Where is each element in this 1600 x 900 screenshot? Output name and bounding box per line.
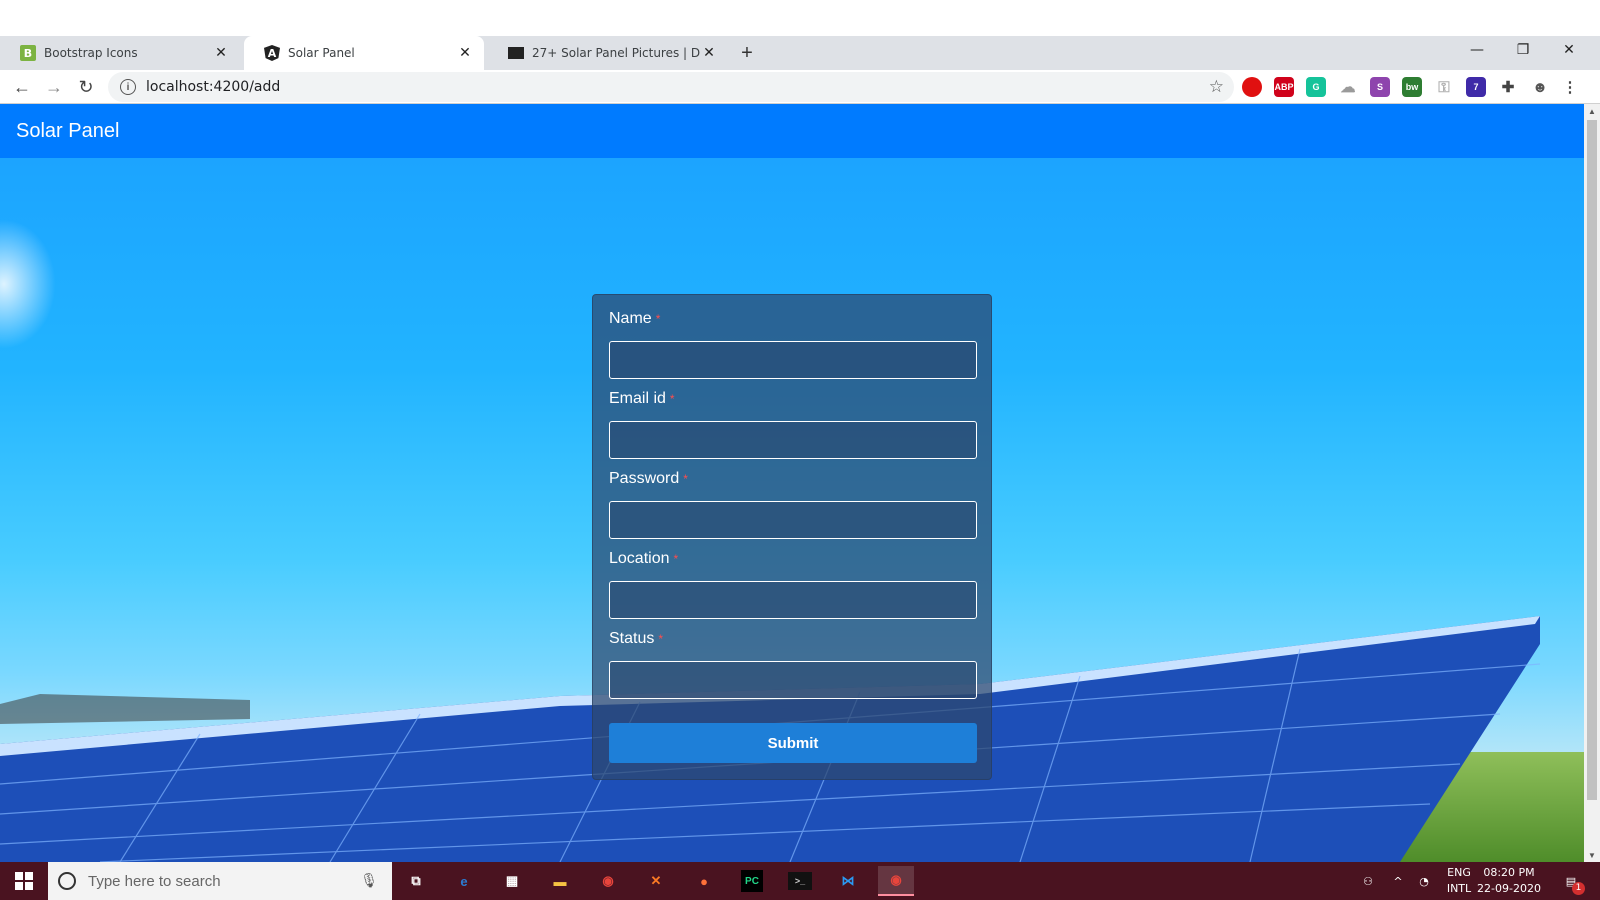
bootstrap-icon: B xyxy=(20,45,36,61)
close-icon[interactable]: ✕ xyxy=(456,44,474,62)
system-clock[interactable]: 08:20 PM 22-09-2020 xyxy=(1474,865,1544,897)
close-icon[interactable]: ✕ xyxy=(700,44,718,62)
file-explorer-icon[interactable]: ▬ xyxy=(542,866,578,896)
cap-extension-icon[interactable]: 7 xyxy=(1466,77,1486,97)
name-field-group: Name * xyxy=(609,309,977,379)
close-icon[interactable]: ✕ xyxy=(212,44,230,62)
tab-bootstrap-icons[interactable]: B Bootstrap Icons ✕ xyxy=(0,36,240,70)
cloud-extension-icon[interactable]: ☁ xyxy=(1338,77,1358,97)
password-label: Password * xyxy=(609,470,688,487)
bookmark-star-icon[interactable]: ☆ xyxy=(1209,77,1224,97)
unsplash-icon xyxy=(508,47,524,59)
back-arrow-icon[interactable]: ← xyxy=(8,73,36,101)
app-navbar: Solar Panel xyxy=(0,104,1584,158)
vscode-icon[interactable]: ⋈ xyxy=(830,866,866,896)
language-indicator[interactable]: ENG INTL xyxy=(1444,865,1474,897)
email-field-group: Email id * xyxy=(609,389,977,459)
restore-button[interactable]: ❐ xyxy=(1500,38,1546,62)
password-input[interactable] xyxy=(609,501,977,539)
browser-toolbar: ← → ↻ i localhost:4200/add ☆ xyxy=(0,70,1600,104)
grammarly-icon[interactable]: G xyxy=(1306,77,1326,97)
wifi-icon[interactable]: ◔ xyxy=(1412,862,1436,900)
puzzle-icon[interactable]: ✚ xyxy=(1498,77,1518,97)
bw-extension-icon[interactable]: bw xyxy=(1402,77,1422,97)
tab-label: Bootstrap Icons xyxy=(44,46,138,60)
status-field-group: Status * xyxy=(609,629,977,699)
windows-start-icon[interactable] xyxy=(0,862,48,900)
clock-date: 22-09-2020 xyxy=(1477,882,1541,895)
search-placeholder: Type here to search xyxy=(88,872,221,890)
chrome-icon[interactable]: ◉ xyxy=(590,866,626,896)
chrome-active-icon[interactable]: ◉ xyxy=(878,866,914,896)
people-icon[interactable]: ⚇ xyxy=(1356,862,1380,900)
xampp-icon[interactable]: ✕ xyxy=(638,866,674,896)
task-view-icon[interactable]: ⧉ xyxy=(398,866,434,896)
edge-icon[interactable]: e xyxy=(446,866,482,896)
profile-avatar-icon[interactable]: ☻ xyxy=(1530,77,1550,97)
chevron-up-icon[interactable]: ^ xyxy=(1388,862,1408,900)
reload-icon[interactable]: ↻ xyxy=(72,73,100,101)
page-scrollbar[interactable]: ▲ ▼ xyxy=(1584,104,1600,862)
title-bar-area xyxy=(0,0,1600,36)
submit-button[interactable]: Submit xyxy=(609,723,977,763)
grey-extension-icon[interactable]: ⚿ xyxy=(1434,77,1454,97)
firefox-icon[interactable]: ● xyxy=(686,866,722,896)
scroll-down-arrow-icon[interactable]: ▼ xyxy=(1584,848,1600,862)
tab-strip: B Bootstrap Icons ✕ A Solar Panel ✕ 27+ … xyxy=(0,36,1600,70)
windows-taskbar: Type here to search 🎙 ⧉ e ▦ ▬ ◉ ✕ ● PC >_ ⋈ ◉ ⚇ ^ … xyxy=(0,862,1600,900)
forward-arrow-icon[interactable]: → xyxy=(40,73,68,101)
url-text[interactable]: localhost:4200/add xyxy=(146,79,280,95)
taskbar-search-box[interactable]: Type here to search 🎙 xyxy=(48,862,392,900)
notification-icon[interactable]: ▤ 1 xyxy=(1556,862,1586,900)
scrollbar-thumb[interactable] xyxy=(1587,120,1597,800)
email-label: Email id * xyxy=(609,390,675,407)
status-label: Status * xyxy=(609,630,664,647)
status-input[interactable] xyxy=(609,661,977,699)
scroll-up-arrow-icon[interactable]: ▲ xyxy=(1584,104,1600,118)
minimize-button[interactable]: — xyxy=(1454,38,1500,62)
notification-badge: 1 xyxy=(1572,882,1585,895)
tab-solar-panel[interactable]: A Solar Panel ✕ xyxy=(244,36,484,70)
location-input[interactable] xyxy=(609,581,977,619)
tab-label: 27+ Solar Panel Pictures | Downlo xyxy=(532,46,700,60)
kebab-menu-icon[interactable]: ⋮ xyxy=(1560,77,1580,97)
location-label: Location * xyxy=(609,550,679,567)
location-field-group: Location * xyxy=(609,549,977,619)
new-tab-button[interactable]: + xyxy=(736,42,758,64)
email-input[interactable] xyxy=(609,421,977,459)
name-label: Name * xyxy=(609,310,661,327)
navbar-brand[interactable]: Solar Panel xyxy=(16,120,119,143)
store-icon[interactable]: ▦ xyxy=(494,866,530,896)
cortana-icon xyxy=(58,872,76,890)
close-window-button[interactable]: ✕ xyxy=(1546,38,1592,62)
name-input[interactable] xyxy=(609,341,977,379)
info-icon[interactable]: i xyxy=(120,79,136,95)
s-extension-icon[interactable]: S xyxy=(1370,77,1390,97)
address-bar[interactable]: i localhost:4200/add ☆ xyxy=(108,72,1234,102)
password-field-group: Password * xyxy=(609,469,977,539)
angular-icon: A xyxy=(264,45,280,61)
pycharm-icon[interactable]: PC xyxy=(741,870,763,892)
clock-time: 08:20 PM xyxy=(1483,866,1535,879)
tab-solar-pictures[interactable]: 27+ Solar Panel Pictures | Downlo ✕ xyxy=(488,36,728,70)
microphone-icon[interactable]: 🎙 xyxy=(360,872,378,889)
tab-label: Solar Panel xyxy=(288,46,355,60)
adblock-plus-icon[interactable]: ABP xyxy=(1274,77,1294,97)
opera-vpn-icon[interactable] xyxy=(1242,77,1262,97)
terminal-icon[interactable]: >_ xyxy=(788,872,812,890)
add-panel-form: Name * Email id * Password * Location * Stat… xyxy=(592,294,992,780)
